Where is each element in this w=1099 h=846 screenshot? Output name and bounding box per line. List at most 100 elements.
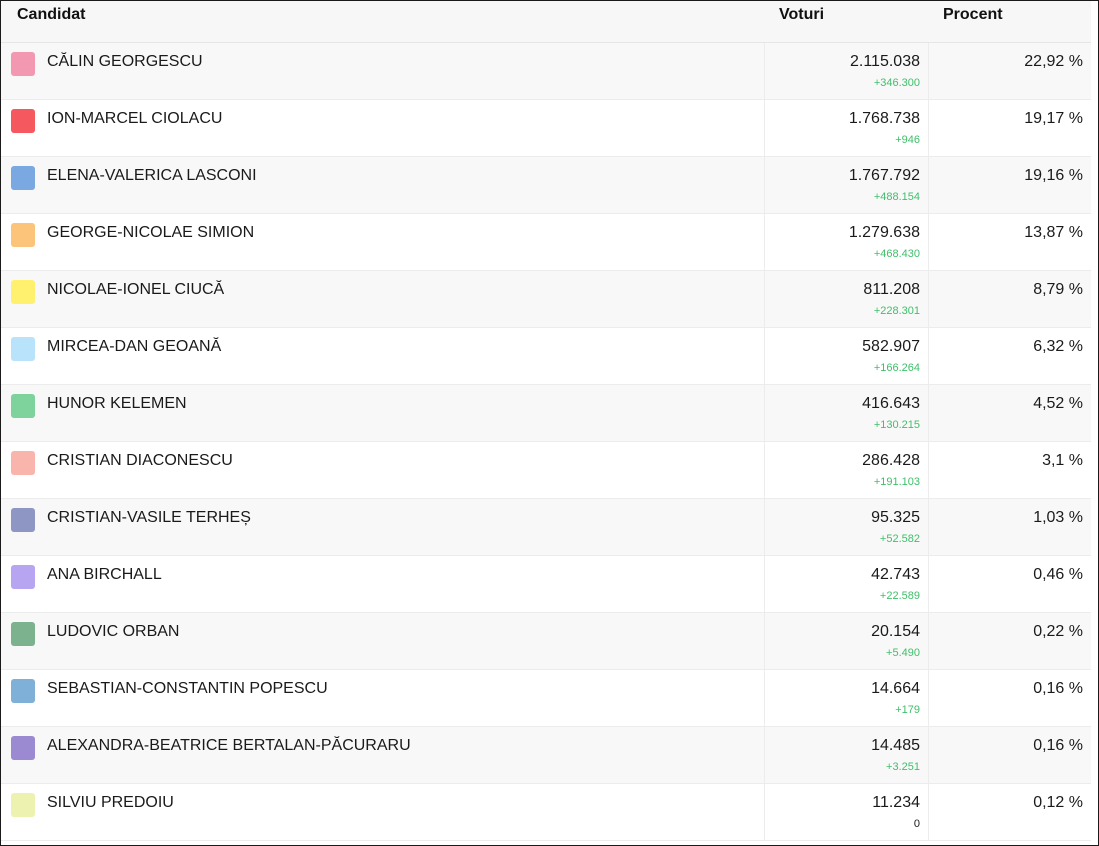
table-row: GEORGE-NICOLAE SIMION 1.279.638 +468.430… <box>1 214 1091 271</box>
column-divider <box>764 100 765 156</box>
vote-percent: 13,87 % <box>1024 224 1083 241</box>
table-row: HUNOR KELEMEN 416.643 +130.215 4,52 % <box>1 385 1091 442</box>
column-divider <box>764 670 765 726</box>
candidate-name: SEBASTIAN-CONSTANTIN POPESCU <box>47 680 328 697</box>
header-percent[interactable]: Procent <box>943 6 1003 24</box>
candidate-name: CRISTIAN DIACONESCU <box>47 452 233 469</box>
candidate-color-swatch <box>11 451 35 475</box>
column-divider <box>764 328 765 384</box>
candidate-name: SILVIU PREDOIU <box>47 794 174 811</box>
candidate-color-swatch <box>11 109 35 133</box>
vote-count: 14.664 <box>871 680 920 697</box>
vote-count: 42.743 <box>871 566 920 583</box>
candidate-name: ION-MARCEL CIOLACU <box>47 110 223 127</box>
vote-delta: 0 <box>913 818 920 830</box>
vote-percent: 4,52 % <box>1033 395 1083 412</box>
column-divider <box>764 727 765 783</box>
candidate-color-swatch <box>11 679 35 703</box>
table-row: ION-MARCEL CIOLACU 1.768.738 +946 19,17 … <box>1 100 1091 157</box>
column-divider <box>928 328 929 384</box>
table-row: NICOLAE-IONEL CIUCĂ 811.208 +228.301 8,7… <box>1 271 1091 328</box>
header-candidate[interactable]: Candidat <box>17 6 85 24</box>
candidate-color-swatch <box>11 337 35 361</box>
table-row: LUDOVIC ORBAN 20.154 +5.490 0,22 % <box>1 613 1091 670</box>
vote-count: 20.154 <box>871 623 920 640</box>
candidate-color-swatch <box>11 736 35 760</box>
candidate-color-swatch <box>11 394 35 418</box>
column-divider <box>764 157 765 213</box>
vote-count: 582.907 <box>862 338 920 355</box>
vote-count: 811.208 <box>863 281 920 298</box>
candidate-color-swatch <box>11 622 35 646</box>
vote-percent: 19,16 % <box>1024 167 1083 184</box>
vote-percent: 6,32 % <box>1033 338 1083 355</box>
vote-delta: +191.103 <box>873 476 920 488</box>
candidate-name: NICOLAE-IONEL CIUCĂ <box>47 281 225 298</box>
results-table: Candidat Voturi Procent CĂLIN GEORGESCU … <box>0 0 1099 846</box>
candidate-name: CRISTIAN-VASILE TERHEȘ <box>47 509 251 526</box>
candidate-color-swatch <box>11 52 35 76</box>
candidate-color-swatch <box>11 166 35 190</box>
vote-percent: 1,03 % <box>1033 509 1083 526</box>
vote-delta: +130.215 <box>873 419 920 431</box>
table-row: ELENA-VALERICA LASCONI 1.767.792 +488.15… <box>1 157 1091 214</box>
vote-percent: 0,22 % <box>1033 623 1083 640</box>
vote-percent: 0,46 % <box>1033 566 1083 583</box>
column-divider <box>928 556 929 612</box>
table-header: Candidat Voturi Procent <box>1 1 1091 43</box>
candidate-name: CĂLIN GEORGESCU <box>47 53 203 70</box>
column-divider <box>928 784 929 840</box>
candidate-name: ANA BIRCHALL <box>47 566 162 583</box>
vote-delta: +946 <box>895 134 920 146</box>
vote-delta: +346.300 <box>873 77 920 89</box>
vote-delta: +5.490 <box>886 647 920 659</box>
vote-percent: 22,92 % <box>1024 53 1083 70</box>
column-divider <box>928 100 929 156</box>
column-divider <box>928 613 929 669</box>
candidate-name: ELENA-VALERICA LASCONI <box>47 167 257 184</box>
vote-count: 1.279.638 <box>848 224 920 241</box>
column-divider <box>764 499 765 555</box>
vote-count: 286.428 <box>862 452 920 469</box>
column-divider <box>764 43 765 99</box>
column-divider <box>928 442 929 498</box>
table-row: SILVIU PREDOIU 11.234 0 0,12 % <box>1 784 1091 841</box>
candidate-name: MIRCEA-DAN GEOANĂ <box>47 338 222 355</box>
candidate-color-swatch <box>11 565 35 589</box>
vote-percent: 3,1 % <box>1042 452 1083 469</box>
vote-percent: 0,16 % <box>1033 737 1083 754</box>
column-divider <box>928 271 929 327</box>
vote-delta: +179 <box>895 704 920 716</box>
vote-delta: +52.582 <box>879 533 920 545</box>
vote-count: 11.234 <box>872 794 920 811</box>
column-divider <box>764 556 765 612</box>
vote-percent: 0,12 % <box>1033 794 1083 811</box>
table-body: CĂLIN GEORGESCU 2.115.038 +346.300 22,92… <box>1 43 1091 841</box>
candidate-color-swatch <box>11 223 35 247</box>
vote-delta: +488.154 <box>873 191 920 203</box>
candidate-color-swatch <box>11 508 35 532</box>
vote-percent: 0,16 % <box>1033 680 1083 697</box>
column-divider <box>928 670 929 726</box>
column-divider <box>928 43 929 99</box>
table-row: CĂLIN GEORGESCU 2.115.038 +346.300 22,92… <box>1 43 1091 100</box>
vote-count: 95.325 <box>871 509 920 526</box>
column-divider <box>928 385 929 441</box>
vote-count: 1.767.792 <box>848 167 920 184</box>
column-divider <box>928 214 929 270</box>
candidate-color-swatch <box>11 280 35 304</box>
vote-delta: +22.589 <box>879 590 920 602</box>
vote-count: 416.643 <box>862 395 920 412</box>
column-divider <box>764 385 765 441</box>
table-row: SEBASTIAN-CONSTANTIN POPESCU 14.664 +179… <box>1 670 1091 727</box>
candidate-name: ALEXANDRA-BEATRICE BERTALAN-PĂCURARU <box>47 737 411 754</box>
table-row: MIRCEA-DAN GEOANĂ 582.907 +166.264 6,32 … <box>1 328 1091 385</box>
candidate-name: GEORGE-NICOLAE SIMION <box>47 224 255 241</box>
vote-percent: 19,17 % <box>1024 110 1083 127</box>
vote-delta: +3.251 <box>886 761 920 773</box>
column-divider <box>764 613 765 669</box>
header-votes[interactable]: Voturi <box>779 6 824 24</box>
vote-percent: 8,79 % <box>1033 281 1083 298</box>
column-divider <box>764 214 765 270</box>
candidate-color-swatch <box>11 793 35 817</box>
